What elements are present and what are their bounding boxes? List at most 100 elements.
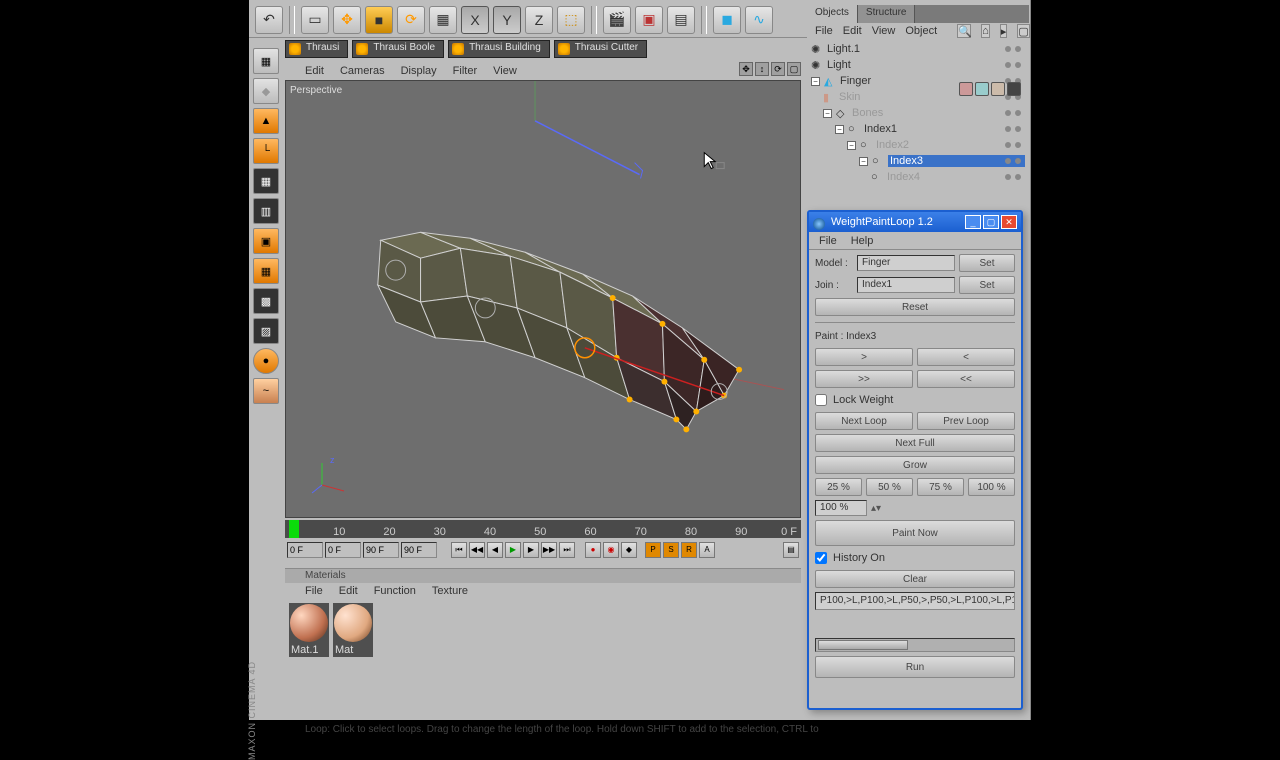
field-join[interactable]: Index1 xyxy=(857,277,955,293)
mm-file[interactable]: File xyxy=(305,585,323,597)
vm-filter[interactable]: Filter xyxy=(453,65,477,77)
om-menu-view[interactable]: View xyxy=(872,25,896,37)
tag-thrausi-cutter[interactable]: Thrausi Cutter xyxy=(554,40,647,58)
model-mode-icon[interactable]: ◆ xyxy=(253,78,279,104)
key-scale-icon[interactable]: S xyxy=(663,542,679,558)
stepper-icon[interactable]: ▴▾ xyxy=(871,503,881,514)
texture-mode-icon[interactable]: ▦ xyxy=(253,258,279,284)
tag-thrausi[interactable]: Thrausi xyxy=(285,40,348,58)
om-tab-objects[interactable]: Objects xyxy=(807,5,858,23)
tag-icon[interactable] xyxy=(991,82,1005,96)
dolly-icon[interactable]: ↕ xyxy=(755,62,769,76)
history-scrollbar[interactable] xyxy=(815,638,1015,652)
expand-icon[interactable]: − xyxy=(811,77,820,86)
uv-point-icon[interactable]: ▩ xyxy=(253,288,279,314)
polygon-mode-icon[interactable]: ▣ xyxy=(253,228,279,254)
mm-texture[interactable]: Texture xyxy=(432,585,468,597)
prev-button[interactable]: < xyxy=(917,348,1015,366)
grow-button[interactable]: Grow xyxy=(815,456,1015,474)
om-layout-icon[interactable]: ▢ xyxy=(1017,24,1029,38)
expand-icon[interactable]: − xyxy=(835,125,844,134)
om-menu-file[interactable]: File xyxy=(815,25,833,37)
set-join-button[interactable]: Set xyxy=(959,276,1015,294)
mm-function[interactable]: Function xyxy=(374,585,416,597)
render-region-icon[interactable]: ▣ xyxy=(635,6,663,34)
autokey-icon[interactable]: ◉ xyxy=(603,542,619,558)
timeline-cursor[interactable] xyxy=(289,520,299,538)
world-axis-icon[interactable]: └ xyxy=(253,138,279,164)
tree-light1[interactable]: ✺ Light.1 xyxy=(811,41,1025,57)
object-axis-icon[interactable]: ▲ xyxy=(253,108,279,134)
prev-loop-button[interactable]: Prev Loop xyxy=(917,412,1015,430)
paint-now-button[interactable]: Paint Now xyxy=(815,520,1015,546)
axis-x-icon[interactable]: X xyxy=(461,6,489,34)
timeline-ruler[interactable]: 0 10 20 30 40 50 60 70 80 90 0 F xyxy=(285,520,801,538)
plugin-titlebar[interactable]: WeightPaintLoop 1.2 _ ▢ ✕ xyxy=(809,212,1021,232)
maximize-button[interactable]: ▢ xyxy=(983,215,999,229)
pm-file[interactable]: File xyxy=(819,235,837,247)
key-icon[interactable]: ◆ xyxy=(621,542,637,558)
rotate-tool-icon[interactable]: ⟳ xyxy=(397,6,425,34)
next2-button[interactable]: >> xyxy=(815,370,913,388)
set-model-button[interactable]: Set xyxy=(959,254,1015,272)
history-on-checkbox[interactable] xyxy=(815,552,827,564)
record-icon[interactable]: ● xyxy=(585,542,601,558)
reset-button[interactable]: Reset xyxy=(815,298,1015,316)
om-tab-structure[interactable]: Structure xyxy=(858,5,916,23)
preview-start[interactable]: 0 F xyxy=(325,542,361,558)
tag-icon[interactable] xyxy=(1007,82,1021,96)
preview-end[interactable]: 90 F xyxy=(363,542,399,558)
p100-button[interactable]: 100 % xyxy=(968,478,1015,496)
expand-icon[interactable]: − xyxy=(847,141,856,150)
key-rot-icon[interactable]: R xyxy=(681,542,697,558)
key-pos-icon[interactable]: P xyxy=(645,542,661,558)
vm-edit[interactable]: Edit xyxy=(305,65,324,77)
uv-poly-icon[interactable]: ▨ xyxy=(253,318,279,344)
edge-mode-icon[interactable]: ▥ xyxy=(253,198,279,224)
spline-tool-icon[interactable]: ∿ xyxy=(745,6,773,34)
layout-icon[interactable]: ▦ xyxy=(253,48,279,74)
minimize-button[interactable]: _ xyxy=(965,215,981,229)
move-tool-icon[interactable]: ✥ xyxy=(333,6,361,34)
expand-icon[interactable]: − xyxy=(859,157,868,166)
vm-cameras[interactable]: Cameras xyxy=(340,65,385,77)
tree-light[interactable]: ✺ Light xyxy=(811,57,1025,73)
render-settings-icon[interactable]: ▤ xyxy=(667,6,695,34)
p75-button[interactable]: 75 % xyxy=(917,478,964,496)
prev-frame-icon[interactable]: ◀ xyxy=(487,542,503,558)
next-full-button[interactable]: Next Full xyxy=(815,434,1015,452)
clear-button[interactable]: Clear xyxy=(815,570,1015,588)
start-frame[interactable]: 0 F xyxy=(287,542,323,558)
render-view-icon[interactable]: 🎬 xyxy=(603,6,631,34)
next-key-icon[interactable]: ▶▶ xyxy=(541,542,557,558)
pm-help[interactable]: Help xyxy=(851,235,874,247)
timeline-config-icon[interactable]: ▤ xyxy=(783,542,799,558)
coord-system-icon[interactable]: ⬚ xyxy=(557,6,585,34)
p25-button[interactable]: 25 % xyxy=(815,478,862,496)
goto-end-icon[interactable]: ⏭ xyxy=(559,542,575,558)
tree-index2[interactable]: − ○ Index2 xyxy=(811,137,1025,153)
history-field[interactable]: P100,>L,P100,>L,P50,>,P50,>L,P100,>L,P10 xyxy=(815,592,1015,610)
om-arrow-icon[interactable]: ▸ xyxy=(1000,24,1008,38)
axis-y-icon[interactable]: Y xyxy=(493,6,521,34)
vm-view[interactable]: View xyxy=(493,65,517,77)
tag-thrausi-building[interactable]: Thrausi Building xyxy=(448,40,550,58)
om-menu-objects[interactable]: Object xyxy=(905,25,937,37)
play-icon[interactable]: ▶ xyxy=(505,542,521,558)
undo-icon[interactable]: ↶ xyxy=(255,6,283,34)
next-button[interactable]: > xyxy=(815,348,913,366)
close-button[interactable]: ✕ xyxy=(1001,215,1017,229)
tag-thrausi-boole[interactable]: Thrausi Boole xyxy=(352,40,444,58)
mm-edit[interactable]: Edit xyxy=(339,585,358,597)
tree-index4[interactable]: ○ Index4 xyxy=(811,169,1025,185)
om-search-icon[interactable]: 🔍 xyxy=(957,24,971,38)
end-frame[interactable]: 90 F xyxy=(401,542,437,558)
material-mat2[interactable]: Mat xyxy=(333,603,373,657)
om-home-icon[interactable]: ⌂ xyxy=(981,24,990,38)
orbit-icon[interactable]: ⟳ xyxy=(771,62,785,76)
tree-index1[interactable]: − ○ Index1 xyxy=(811,121,1025,137)
extra-tool-icon[interactable]: ~ xyxy=(253,378,279,404)
scale-tool-icon[interactable]: ■ xyxy=(365,6,393,34)
next-loop-button[interactable]: Next Loop xyxy=(815,412,913,430)
tree-bones[interactable]: − ◇ Bones xyxy=(811,105,1025,121)
